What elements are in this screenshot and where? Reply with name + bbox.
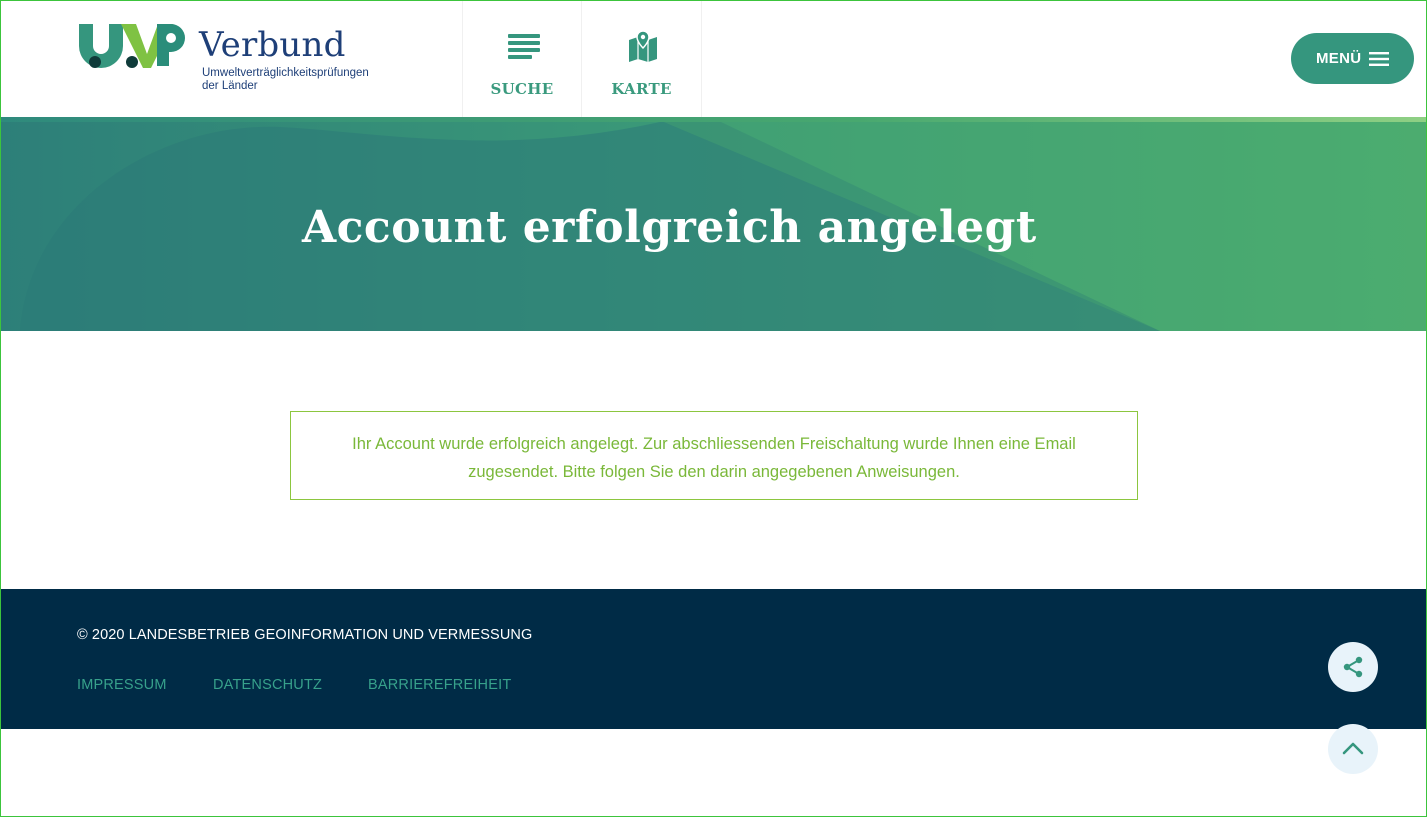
logo-name: Verbund [199, 25, 346, 65]
uvp-logo-icon [79, 24, 185, 68]
footer-link-impressum[interactable]: IMPRESSUM [77, 677, 167, 693]
copyright-text: © 2020 LANDESBETRIEB GEOINFORMATION UND … [77, 627, 533, 643]
success-message-box: Ihr Account wurde erfolgreich angelegt. … [290, 411, 1138, 500]
site-logo[interactable]: Verbund Umweltverträglichkeitsprüfungen … [77, 22, 377, 96]
list-lines-icon [508, 34, 540, 59]
nav-suche-button[interactable]: SUCHE [462, 0, 582, 117]
scroll-to-top-button[interactable] [1328, 724, 1378, 774]
site-footer: © 2020 LANDESBETRIEB GEOINFORMATION UND … [0, 589, 1427, 729]
nav-karte-label: KARTE [611, 80, 672, 98]
share-icon [1343, 656, 1363, 678]
site-header: Verbund Umweltverträglichkeitsprüfungen … [0, 0, 1427, 117]
menu-label: MENÜ [1316, 50, 1362, 67]
hero-banner: Account erfolgreich angelegt [0, 122, 1427, 331]
page-title: Account erfolgreich angelegt [302, 202, 1037, 253]
logo-subtitle: Umweltverträglichkeitsprüfungen der Länd… [202, 67, 369, 92]
nav-karte-button[interactable]: KARTE [582, 0, 702, 117]
hamburger-icon [1369, 52, 1389, 66]
footer-link-barrierefreiheit[interactable]: BARRIEREFREIHEIT [368, 677, 511, 693]
chevron-up-icon [1342, 742, 1364, 755]
share-button[interactable] [1328, 642, 1378, 692]
footer-link-datenschutz[interactable]: DATENSCHUTZ [213, 677, 322, 693]
map-pin-icon [629, 30, 657, 62]
success-message-text: Ihr Account wurde erfolgreich angelegt. … [352, 435, 1076, 481]
nav-suche-label: SUCHE [490, 80, 554, 98]
menu-button[interactable]: MENÜ [1291, 33, 1414, 84]
